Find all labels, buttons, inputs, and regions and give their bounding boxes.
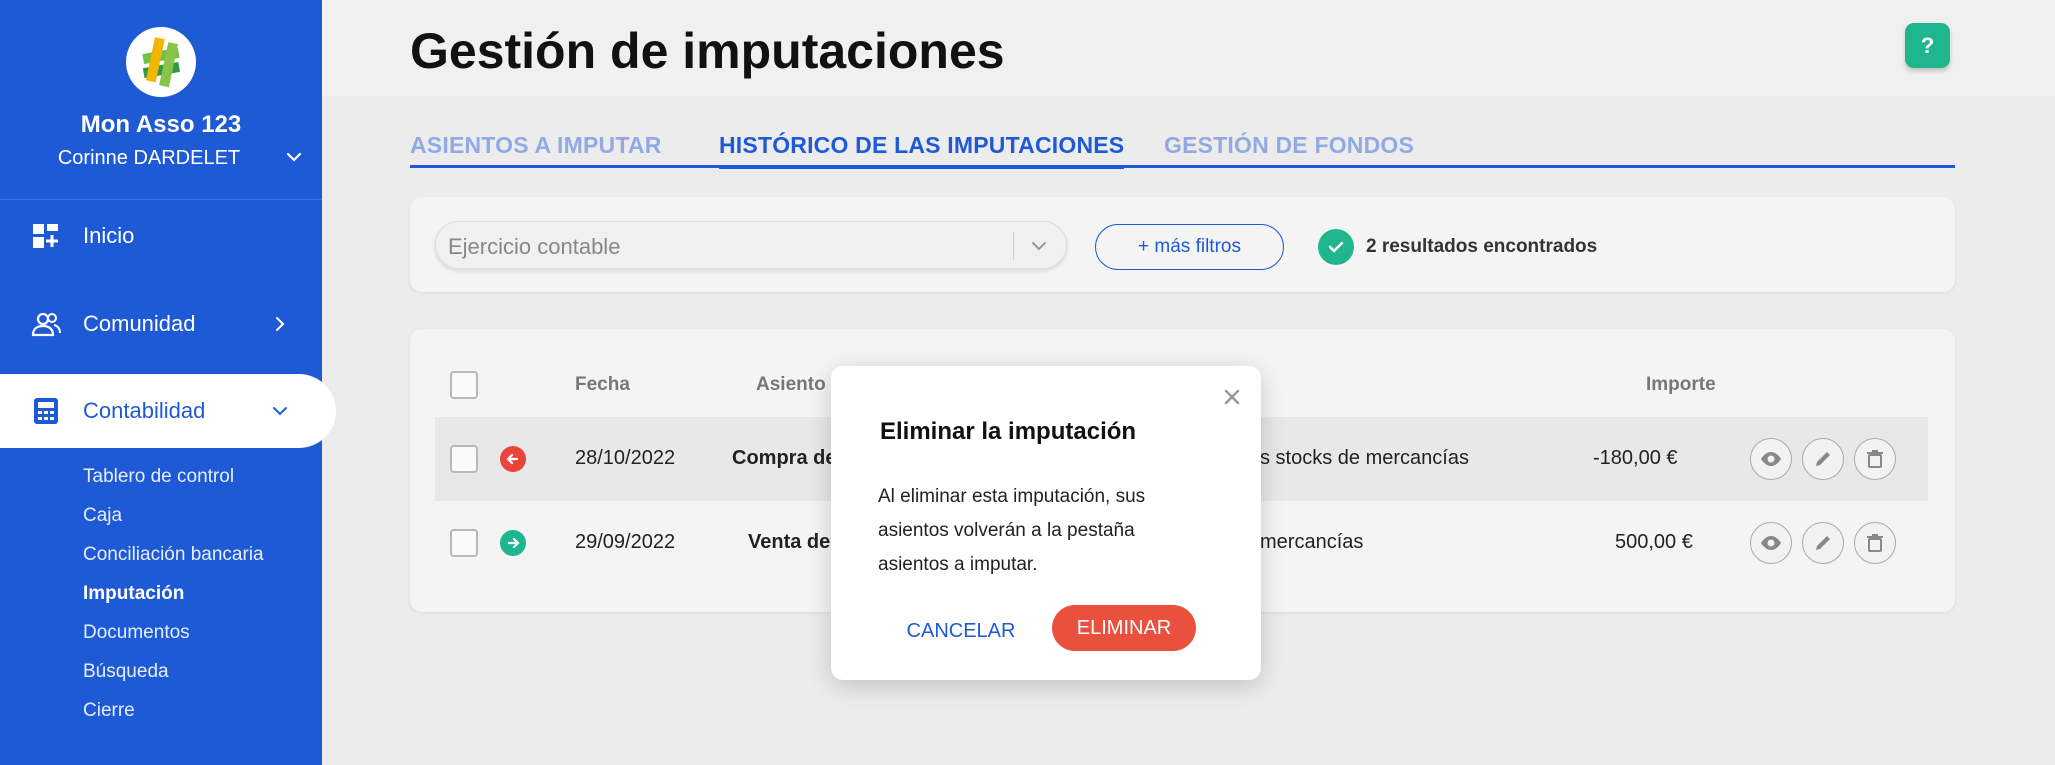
- check-icon: [1318, 229, 1354, 265]
- subnav-tablero[interactable]: Tablero de control: [83, 466, 234, 488]
- select-divider: [1013, 232, 1014, 260]
- sidebar: Mon Asso 123 Corinne DARDELET Inicio Com…: [0, 0, 336, 765]
- organization-name: Mon Asso 123: [80, 111, 242, 138]
- nav-item-inicio[interactable]: Inicio: [0, 199, 322, 273]
- results-count: 2 resultados encontrados: [1366, 236, 1598, 257]
- confirm-delete-button[interactable]: ELIMINAR: [1052, 605, 1196, 651]
- view-button[interactable]: [1750, 438, 1792, 480]
- row-entry: Venta de: [748, 531, 831, 553]
- pencil-icon: [1816, 536, 1830, 550]
- column-header-entry: Asiento: [756, 374, 826, 395]
- row-date: 28/10/2022: [575, 447, 676, 469]
- tab-gestion-fondos[interactable]: GESTIÓN DE FONDOS: [1164, 132, 1414, 159]
- subnav-busqueda[interactable]: Búsqueda: [83, 661, 169, 683]
- nav-label-inicio: Inicio: [83, 223, 135, 248]
- subnav-cierre[interactable]: Cierre: [83, 700, 135, 722]
- filter-bar: Ejercicio contable + más filtros 2 resul…: [410, 197, 1955, 292]
- row-account: s stocks de mercancías: [1260, 447, 1469, 469]
- row-checkbox[interactable]: [450, 529, 478, 557]
- page-title: Gestión de imputaciones: [410, 23, 1005, 79]
- select-all-checkbox[interactable]: [450, 371, 478, 399]
- subnav-conciliacion[interactable]: Conciliación bancaria: [83, 544, 264, 566]
- users-icon: [31, 312, 61, 337]
- arrow-left-icon: [500, 446, 526, 472]
- row-amount: -180,00 €: [1593, 447, 1678, 469]
- chevron-down-icon: [273, 407, 287, 416]
- eye-icon: [1761, 452, 1781, 466]
- subnav-imputacion[interactable]: Imputación: [83, 583, 184, 605]
- chevron-down-icon[interactable]: [282, 145, 306, 169]
- nav-label-comunidad: Comunidad: [83, 311, 196, 336]
- cancel-button[interactable]: CANCELAR: [901, 608, 1021, 654]
- close-icon[interactable]: [1223, 388, 1241, 406]
- row-checkbox[interactable]: [450, 445, 478, 473]
- help-button[interactable]: ?: [1905, 23, 1950, 68]
- delete-button[interactable]: [1854, 522, 1896, 564]
- organization-logo: [126, 27, 196, 97]
- results-summary: 2 resultados encontrados: [1318, 229, 1597, 265]
- delete-button[interactable]: [1854, 438, 1896, 480]
- dialog-title: Eliminar la imputación: [880, 418, 1137, 445]
- organization-switcher[interactable]: Mon Asso 123 Corinne DARDELET: [0, 0, 322, 200]
- column-header-date: Fecha: [575, 374, 630, 395]
- edit-button[interactable]: [1802, 438, 1844, 480]
- user-name: Corinne DARDELET: [57, 147, 241, 169]
- trash-icon: [1867, 534, 1883, 552]
- trash-icon: [1867, 450, 1883, 468]
- row-amount: 500,00 €: [1615, 531, 1693, 553]
- chevron-down-icon: [1032, 242, 1046, 251]
- delete-confirmation-dialog: Eliminar la imputación Al eliminar esta …: [831, 366, 1261, 680]
- dashboard-icon: [33, 224, 58, 248]
- chevron-right-icon: [276, 317, 285, 331]
- page-header: Gestión de imputaciones: [322, 0, 2055, 96]
- nav-item-contabilidad[interactable]: Contabilidad: [0, 374, 336, 448]
- select-placeholder: Ejercicio contable: [448, 234, 621, 259]
- subnav-caja[interactable]: Caja: [83, 505, 122, 527]
- dialog-message: Al eliminar esta imputación, sus asiento…: [878, 486, 1146, 575]
- pencil-icon: [1816, 452, 1830, 466]
- view-button[interactable]: [1750, 522, 1792, 564]
- row-entry: Compra de: [732, 447, 837, 469]
- column-header-amount: Importe: [1646, 374, 1716, 395]
- edit-button[interactable]: [1802, 522, 1844, 564]
- nav-label-contabilidad: Contabilidad: [83, 398, 206, 423]
- subnav-documentos[interactable]: Documentos: [83, 622, 190, 644]
- tab-historico[interactable]: HISTÓRICO DE LAS IMPUTACIONES: [719, 132, 1125, 169]
- tab-bar: ASIENTOS A IMPUTAR HISTÓRICO DE LAS IMPU…: [410, 126, 1955, 169]
- eye-icon: [1761, 536, 1781, 550]
- more-filters-button[interactable]: + más filtros: [1095, 224, 1284, 270]
- arrow-right-icon: [500, 530, 526, 556]
- nav-item-comunidad[interactable]: Comunidad: [0, 287, 322, 361]
- calculator-icon: [34, 398, 58, 424]
- tab-asientos-a-imputar[interactable]: ASIENTOS A IMPUTAR: [410, 132, 662, 159]
- row-account: mercancías: [1260, 531, 1364, 553]
- fiscal-year-select[interactable]: Ejercicio contable: [435, 221, 1067, 269]
- row-date: 29/09/2022: [575, 531, 676, 553]
